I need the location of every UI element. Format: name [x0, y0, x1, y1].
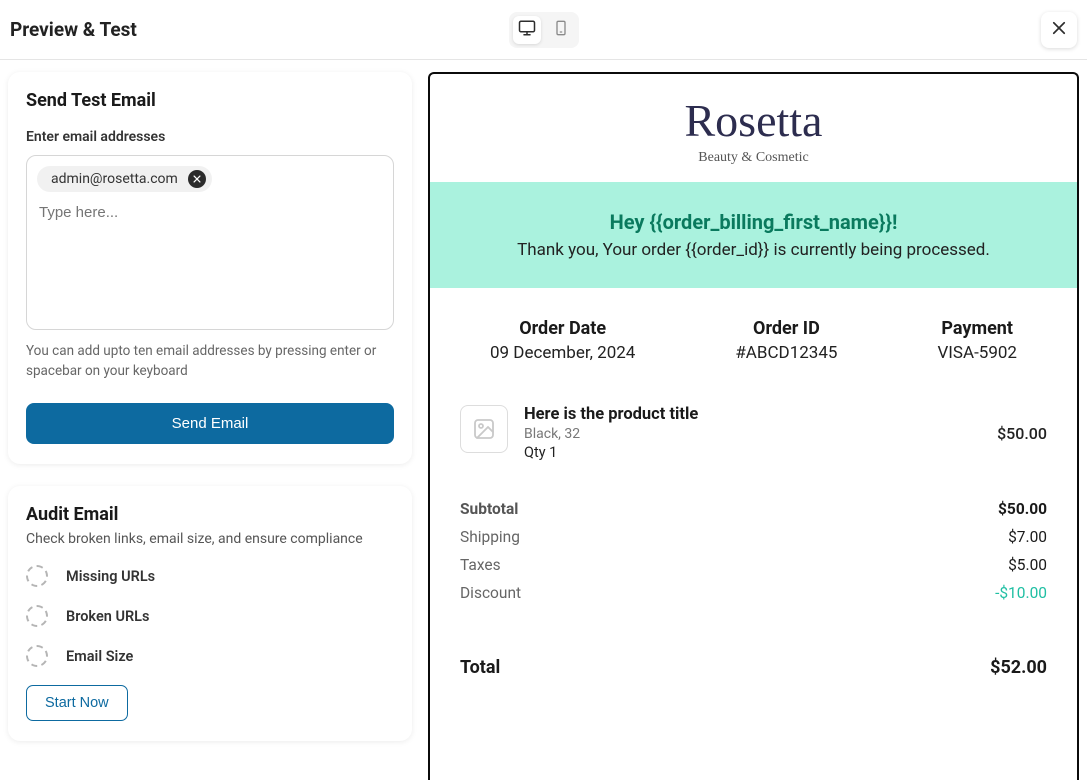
send-test-card: Send Test Email Enter email addresses ad…: [8, 72, 412, 464]
discount-label: Discount: [460, 584, 521, 602]
chip-remove-button[interactable]: [188, 170, 206, 188]
summary-subtotal: Subtotal $50.00: [460, 495, 1047, 523]
email-help-text: You can add upto ten email addresses by …: [26, 342, 394, 381]
payment-col: Payment VISA-5902: [937, 318, 1017, 363]
order-date-label: Order Date: [490, 318, 635, 339]
product-info: Here is the product title Black, 32 Qty …: [524, 405, 981, 461]
subtotal-value: $50.00: [998, 500, 1047, 518]
order-date-col: Order Date 09 December, 2024: [490, 318, 635, 363]
device-toggle: [509, 12, 579, 48]
product-price: $50.00: [997, 424, 1047, 443]
payment-value: VISA-5902: [937, 343, 1017, 363]
order-date-value: 09 December, 2024: [490, 343, 635, 363]
order-id-col: Order ID #ABCD12345: [735, 318, 837, 363]
close-button[interactable]: [1041, 12, 1077, 48]
banner-subtext: Thank you, Your order {{order_id}} is cu…: [450, 240, 1057, 260]
total-label: Total: [460, 657, 500, 678]
status-pending-icon: [26, 645, 48, 667]
audit-label: Broken URLs: [66, 608, 149, 625]
summary-taxes: Taxes $5.00: [460, 551, 1047, 579]
order-id-value: #ABCD12345: [735, 343, 837, 363]
greeting-banner: Hey {{order_billing_first_name}}! Thank …: [430, 182, 1077, 288]
brand-header: Rosetta Beauty & Cosmetic: [430, 74, 1077, 182]
product-variant: Black, 32: [524, 426, 981, 442]
send-email-button[interactable]: Send Email: [26, 403, 394, 444]
status-pending-icon: [26, 605, 48, 627]
email-text-input[interactable]: [37, 200, 383, 225]
mobile-icon: [553, 20, 569, 39]
order-info-row: Order Date 09 December, 2024 Order ID #A…: [430, 288, 1077, 393]
audit-card: Audit Email Check broken links, email si…: [8, 486, 412, 741]
main: Send Test Email Enter email addresses ad…: [0, 60, 1087, 780]
left-panel: Send Test Email Enter email addresses ad…: [0, 60, 420, 780]
chip-text: admin@rosetta.com: [51, 171, 178, 187]
audit-item-broken-urls: Broken URLs: [26, 605, 394, 627]
audit-item-missing-urls: Missing URLs: [26, 565, 394, 587]
email-field-label: Enter email addresses: [26, 129, 394, 145]
product-qty: Qty 1: [524, 444, 981, 461]
brand-name: Rosetta: [430, 98, 1077, 144]
send-test-title: Send Test Email: [26, 90, 394, 111]
payment-label: Payment: [937, 318, 1017, 339]
close-icon: [1050, 19, 1068, 40]
audit-item-email-size: Email Size: [26, 645, 394, 667]
banner-heading: Hey {{order_billing_first_name}}!: [450, 210, 1057, 234]
header: Preview & Test: [0, 0, 1087, 60]
product-row: Here is the product title Black, 32 Qty …: [430, 393, 1077, 491]
desktop-toggle[interactable]: [513, 16, 541, 44]
mobile-toggle[interactable]: [547, 16, 575, 44]
audit-label: Email Size: [66, 648, 133, 665]
subtotal-label: Subtotal: [460, 500, 518, 518]
monitor-icon: [518, 19, 536, 40]
page-title: Preview & Test: [10, 18, 137, 41]
email-chip: admin@rosetta.com: [37, 166, 212, 192]
brand-tagline: Beauty & Cosmetic: [430, 150, 1077, 166]
audit-subtitle: Check broken links, email size, and ensu…: [26, 531, 394, 547]
summary-shipping: Shipping $7.00: [460, 523, 1047, 551]
audit-title: Audit Email: [26, 504, 394, 525]
price-summary: Subtotal $50.00 Shipping $7.00 Taxes $5.…: [430, 491, 1077, 627]
product-title: Here is the product title: [524, 405, 981, 424]
taxes-label: Taxes: [460, 556, 501, 574]
email-input-box[interactable]: admin@rosetta.com: [26, 155, 394, 330]
preview-panel: Rosetta Beauty & Cosmetic Hey {{order_bi…: [420, 60, 1087, 780]
total-row: Total $52.00: [430, 627, 1077, 702]
discount-value: -$10.00: [995, 584, 1047, 602]
taxes-value: $5.00: [1008, 556, 1047, 574]
audit-label: Missing URLs: [66, 568, 155, 585]
status-pending-icon: [26, 565, 48, 587]
product-image-placeholder: [460, 405, 508, 453]
shipping-value: $7.00: [1008, 528, 1047, 546]
total-value: $52.00: [990, 657, 1047, 678]
summary-discount: Discount -$10.00: [460, 579, 1047, 607]
start-audit-button[interactable]: Start Now: [26, 685, 128, 721]
preview-frame[interactable]: Rosetta Beauty & Cosmetic Hey {{order_bi…: [428, 72, 1079, 780]
shipping-label: Shipping: [460, 528, 520, 546]
order-id-label: Order ID: [735, 318, 837, 339]
